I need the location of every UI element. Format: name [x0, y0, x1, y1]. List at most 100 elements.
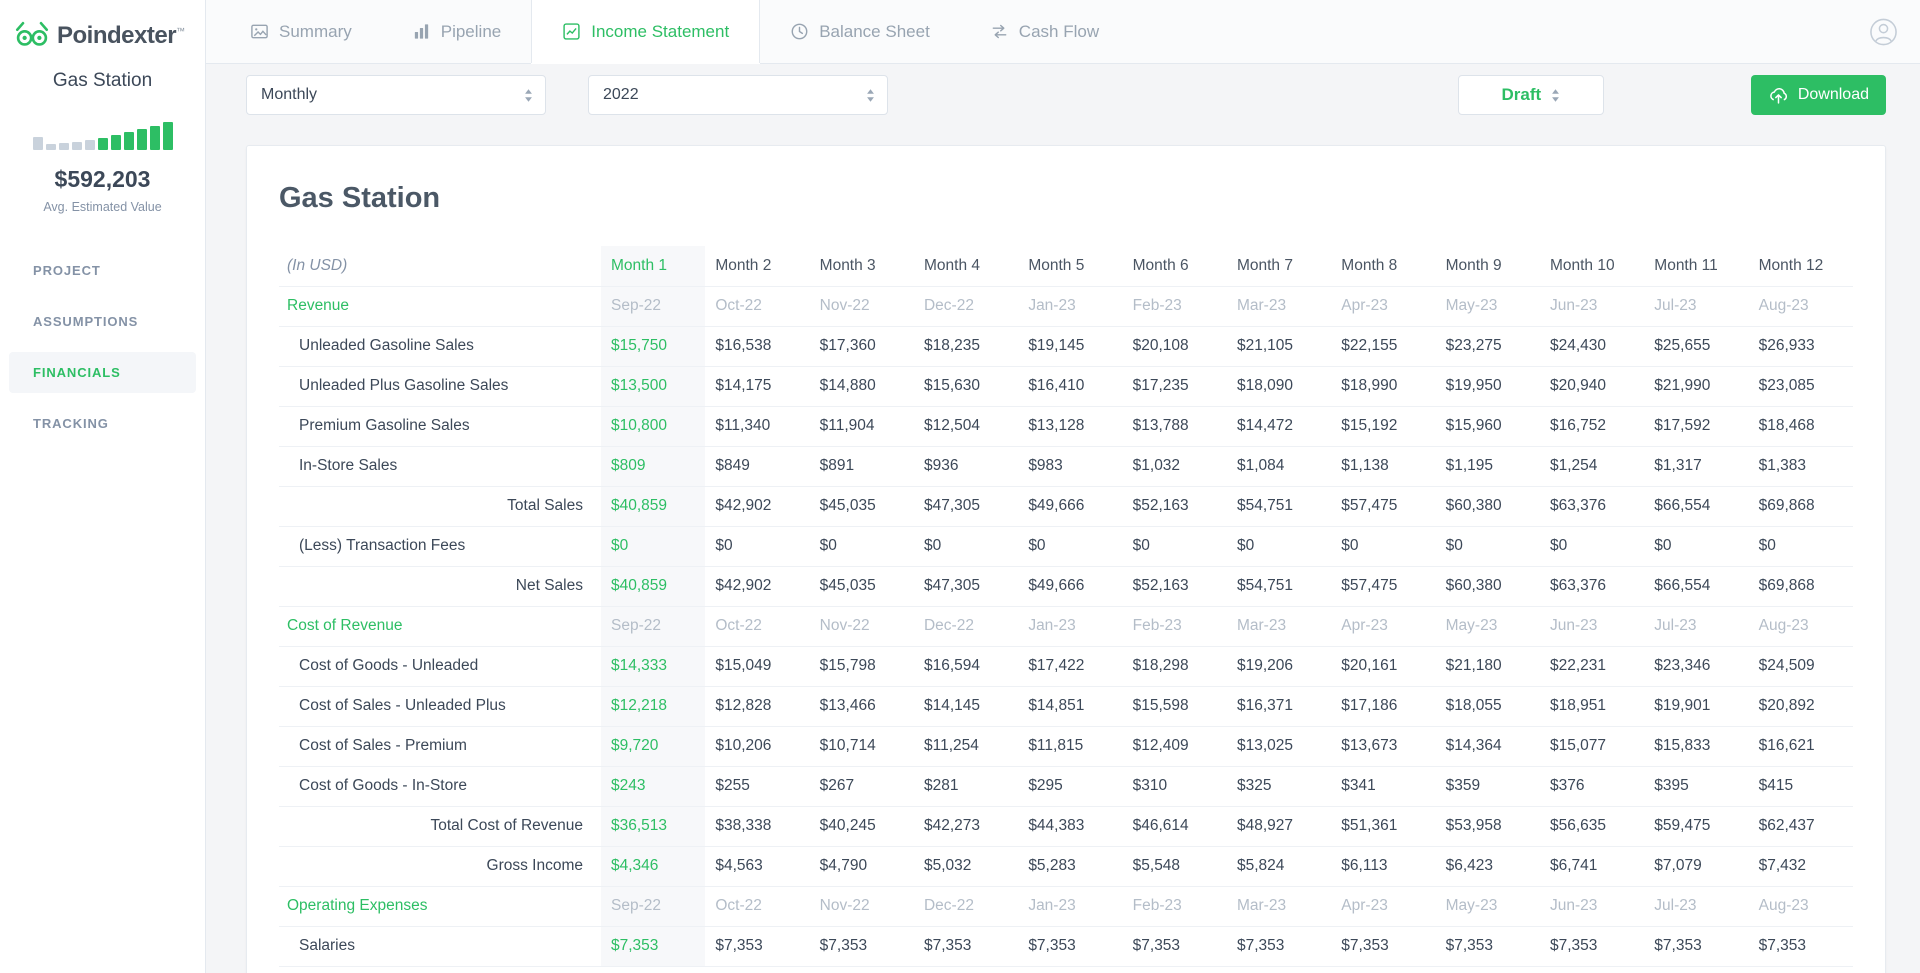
value-cell: $11,340	[705, 406, 810, 447]
balance-sheet-icon	[791, 23, 808, 40]
column-header: Month 9	[1435, 246, 1540, 287]
column-header: Month 1	[601, 246, 706, 287]
table-row: Unleaded Gasoline Sales $15,750 $16,538 $17…	[279, 326, 1853, 367]
account-button[interactable]	[1869, 17, 1898, 46]
table-header-row: (In USD) Month 1 Month 2 Month 3 Month 4 Mont…	[279, 246, 1853, 287]
value-cell: $0	[1539, 526, 1645, 567]
table-row: Total Cost of Revenue $36,513 $38,338 $40,2…	[279, 805, 1853, 847]
estimated-value: $592,203	[54, 166, 151, 192]
date-cell: Jul-23	[1644, 886, 1749, 927]
value-cell: $16,594	[913, 646, 1019, 687]
value-cell: $63,376	[1539, 485, 1645, 527]
value-cell: $54,751	[1226, 565, 1332, 607]
brand-name: Poindexter™	[57, 24, 185, 48]
value-cell: $7,353	[1018, 926, 1123, 967]
value-cell: $7,353	[705, 926, 810, 967]
value-cell: $11,254	[913, 726, 1019, 767]
table-row: Unleaded Plus Gasoline Sales $13,500 $14,1…	[279, 366, 1853, 407]
year-select-value: 2022	[603, 86, 639, 103]
value-cell: $891	[809, 446, 914, 487]
tab-income-statement[interactable]: Income Statement	[531, 0, 761, 63]
date-cell: Feb-23	[1122, 886, 1227, 927]
tab-pipeline[interactable]: Pipeline	[382, 0, 532, 63]
chart-bar	[162, 122, 173, 150]
value-cell: $19,206	[1226, 646, 1332, 687]
value-cell: $47,305	[913, 565, 1019, 607]
value-cell: $0	[1435, 526, 1540, 567]
chart-bar	[110, 135, 121, 150]
value-cell: $26,933	[1748, 326, 1853, 367]
date-cell: Oct-22	[705, 886, 810, 927]
column-header: Month 3	[809, 246, 914, 287]
row-label: Cost of Goods - Unleaded	[279, 646, 601, 687]
date-cell: Aug-23	[1748, 286, 1853, 327]
value-cell: $6,741	[1539, 845, 1645, 887]
value-cell: $281	[913, 766, 1019, 807]
value-cell: $9,720	[601, 726, 706, 767]
value-cell: $7,432	[1748, 845, 1853, 887]
value-cell: $57,475	[1331, 485, 1436, 527]
download-button[interactable]: Download	[1750, 75, 1886, 115]
period-select[interactable]: Monthly	[246, 75, 546, 115]
date-cell: May-23	[1435, 606, 1540, 647]
app-root: Poindexter™ Gas Station $592,203 Avg. Es…	[0, 0, 1920, 973]
value-cell: $19,901	[1644, 686, 1749, 727]
value-cell: $5,032	[913, 845, 1019, 887]
value-cell: $57,475	[1331, 565, 1436, 607]
sidebar-item-project[interactable]: PROJECT	[9, 250, 196, 291]
row-label: Premium Gasoline Sales	[279, 406, 601, 447]
value-cell: $0	[705, 526, 810, 567]
value-cell: $48,927	[1226, 805, 1332, 847]
table-row: Revenue Sep-22 Oct-22 Nov-22 Dec-22 Jan-23 Feb…	[279, 286, 1853, 327]
year-select[interactable]: 2022	[588, 75, 888, 115]
income-statement-table: (In USD) Month 1 Month 2 Month 3 Month 4 Mont…	[279, 246, 1853, 967]
value-cell: $54,751	[1226, 485, 1332, 527]
value-cell: $15,960	[1435, 406, 1540, 447]
value-cell: $15,192	[1331, 406, 1436, 447]
total-label: Total Cost of Revenue	[279, 805, 601, 847]
value-cell: $13,673	[1331, 726, 1436, 767]
date-cell: Aug-23	[1748, 606, 1853, 647]
value-cell: $24,430	[1539, 326, 1645, 367]
value-cell: $6,113	[1331, 845, 1436, 887]
value-cell: $60,380	[1435, 485, 1540, 527]
tab-cash-flow[interactable]: Cash Flow	[960, 0, 1129, 63]
period-select-value: Monthly	[261, 86, 318, 103]
value-cell: $56,635	[1539, 805, 1645, 847]
value-cell: $14,880	[809, 366, 914, 407]
value-cell: $936	[913, 446, 1019, 487]
value-cell: $46,614	[1122, 805, 1227, 847]
column-header: Month 2	[705, 246, 810, 287]
value-cell: $18,468	[1748, 406, 1853, 447]
status-select[interactable]: Draft	[1457, 75, 1604, 115]
user-icon	[1870, 18, 1897, 45]
tab-balance-sheet[interactable]: Balance Sheet	[760, 0, 960, 63]
value-cell: $267	[809, 766, 914, 807]
value-cell: $10,800	[601, 406, 706, 447]
value-cell: $7,079	[1644, 845, 1749, 887]
sidebar-item-assumptions[interactable]: ASSUMPTIONS	[9, 301, 196, 342]
value-cell: $69,868	[1748, 485, 1853, 527]
date-cell: Apr-23	[1331, 606, 1436, 647]
value-cell: $24,509	[1748, 646, 1853, 687]
tab-bar: Summary Pipeline Income Statement Balanc…	[206, 0, 1920, 64]
value-cell: $38,338	[705, 805, 810, 847]
date-cell: Jan-23	[1018, 286, 1123, 327]
value-cell: $14,851	[1018, 686, 1123, 727]
value-cell: $11,815	[1018, 726, 1123, 767]
sidebar-item-financials[interactable]: FINANCIALS	[9, 352, 196, 393]
value-cell: $40,859	[601, 565, 706, 607]
value-cell: $7,353	[1435, 926, 1540, 967]
value-cell: $4,346	[601, 845, 706, 887]
value-cell: $1,254	[1539, 446, 1645, 487]
value-cell: $66,554	[1644, 485, 1749, 527]
value-cell: $7,353	[1226, 926, 1332, 967]
value-cell: $376	[1539, 766, 1645, 807]
logo[interactable]: Poindexter™	[0, 0, 205, 54]
tab-summary[interactable]: Summary	[220, 0, 382, 63]
date-cell: May-23	[1435, 886, 1540, 927]
download-button-label: Download	[1797, 86, 1869, 103]
value-cell: $0	[1122, 526, 1227, 567]
value-cell: $22,155	[1331, 326, 1436, 367]
sidebar-item-tracking[interactable]: TRACKING	[9, 403, 196, 444]
